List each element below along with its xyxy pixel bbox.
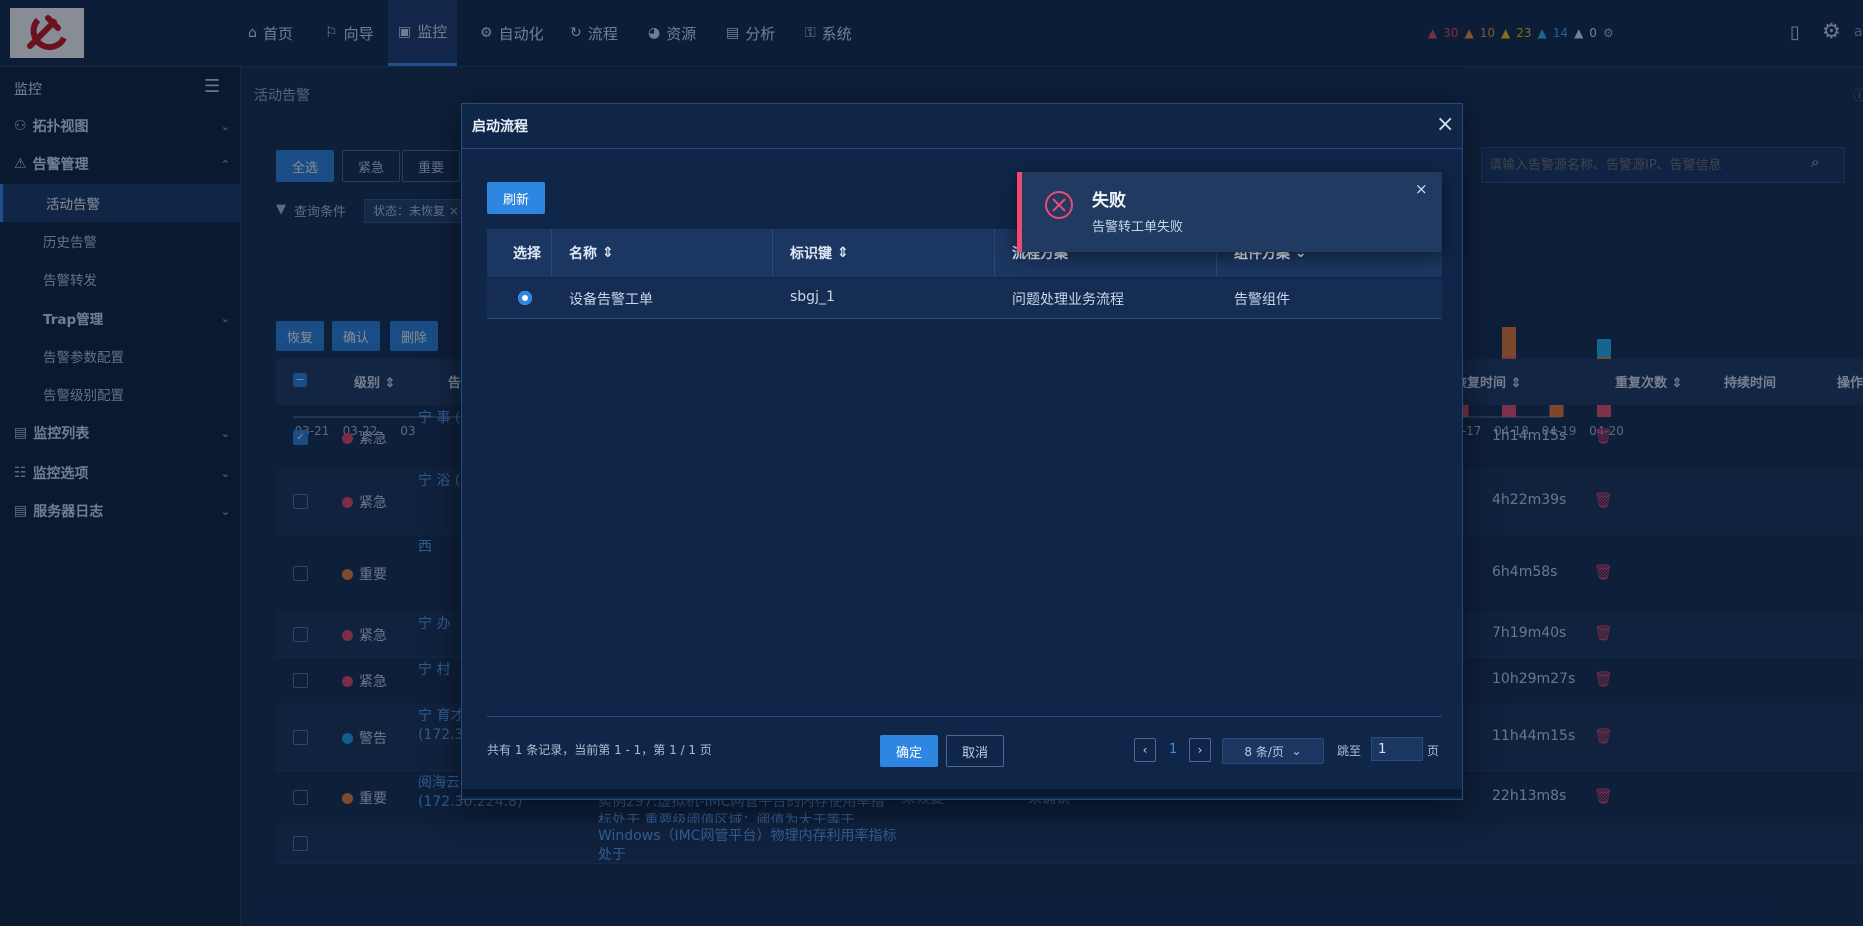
flow-col-key-label: 标识键 [790,246,832,262]
page-size-select[interactable]: 8 条/页 ⌄ [1222,738,1324,764]
refresh-button[interactable]: 刷新 [487,182,545,214]
ok-button[interactable]: 确定 [880,735,938,767]
page-unit: 页 [1427,744,1440,758]
flow-col-key[interactable]: 标识键 ⇕ [790,229,849,277]
error-circle-icon [1045,191,1073,219]
prev-page-icon[interactable]: ‹ [1134,738,1156,762]
col-divider [994,229,995,277]
error-notification: 失败 告警转工单失败 × [1017,172,1442,252]
flow-component-cell: 告警组件 [1234,292,1290,308]
current-page[interactable]: 1 [1169,742,1177,757]
cancel-button[interactable]: 取消 [946,735,1004,767]
flow-col-name-label: 名称 [569,246,597,262]
flow-scheme-cell: 问题处理业务流程 [1012,292,1124,308]
col-divider [551,229,552,277]
dialog-bottom-bar [462,789,1462,797]
dialog-header: 启动流程 × [462,104,1462,149]
notification-title: 失败 [1092,191,1126,211]
flow-name-cell: 设备告警工单 [569,292,653,308]
next-page-icon[interactable]: › [1189,738,1211,762]
dialog-title: 启动流程 [472,119,528,135]
flow-col-select: 选择 [513,246,541,262]
dialog-divider [487,716,1442,717]
flow-radio-selected[interactable] [518,291,532,305]
jump-label: 跳至 [1337,744,1362,758]
close-icon[interactable]: × [1436,112,1454,137]
flow-table-row[interactable]: 设备告警工单 sbgj_1 问题处理业务流程 告警组件 [487,278,1442,319]
page-size-value: 8 条/页 [1244,744,1284,759]
col-divider [772,229,773,277]
flow-key-cell: sbgj_1 [790,289,835,305]
record-summary: 共有 1 条记录，当前第 1 - 1，第 1 / 1 页 [487,743,712,757]
notification-message: 告警转工单失败 [1092,220,1184,235]
notification-close-icon[interactable]: × [1415,180,1428,198]
jump-page-input[interactable] [1371,737,1423,761]
flow-col-name[interactable]: 名称 ⇕ [569,229,614,277]
